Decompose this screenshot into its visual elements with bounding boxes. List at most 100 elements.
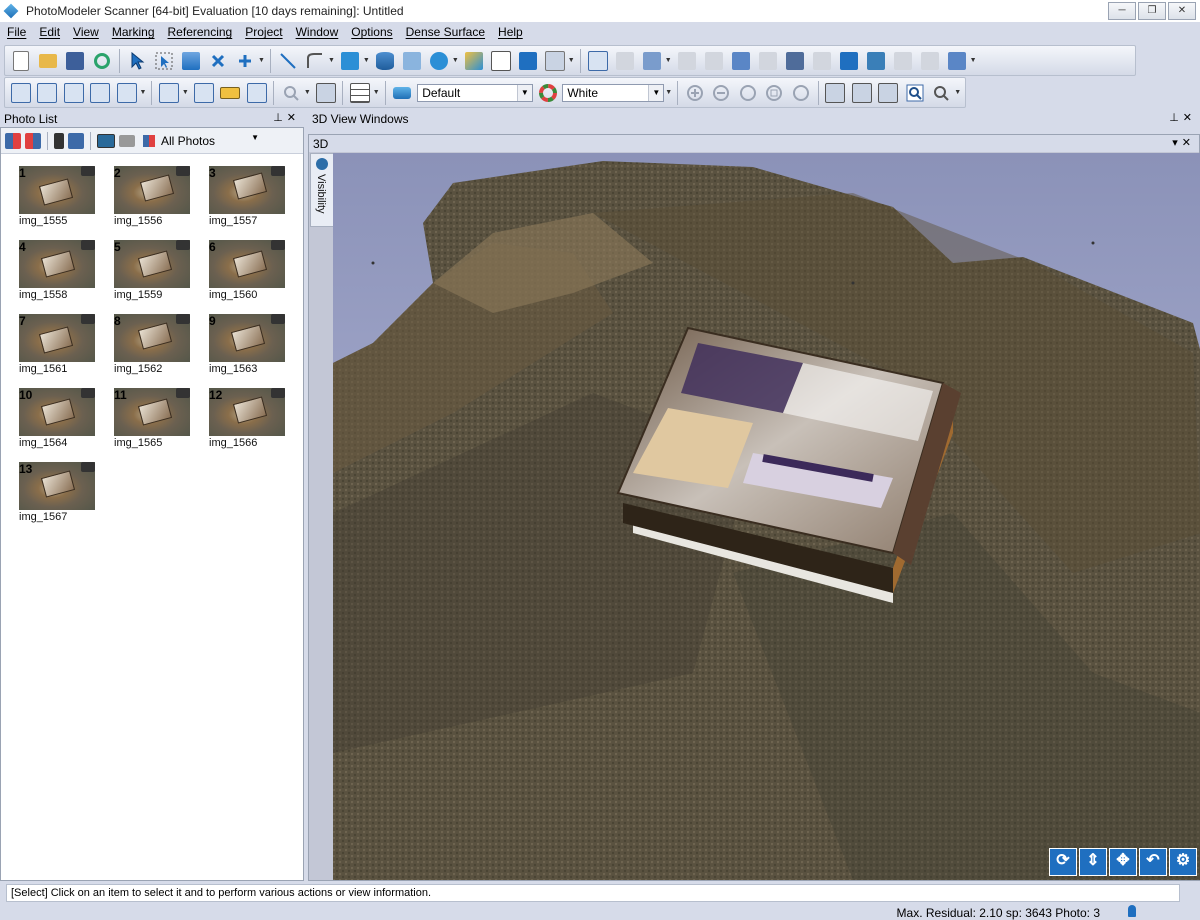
list-view-icon[interactable] [119,134,135,147]
save-button[interactable] [63,49,87,73]
process-button[interactable] [516,49,540,73]
select-button[interactable] [125,49,149,73]
open-photo-button[interactable] [586,49,610,73]
menu-view[interactable]: View [66,22,105,39]
scale-button[interactable] [218,81,242,105]
fit-selection-button[interactable] [850,81,874,105]
photo-thumbnail[interactable]: 6 img_1560 [209,240,285,304]
chevron-down-icon[interactable]: ▼ [304,89,311,96]
view3d-tab-label[interactable]: 3D [313,137,328,151]
close-icon[interactable]: ✕ [1183,112,1196,124]
zoom-previous-button[interactable] [789,81,813,105]
move-vertical-icon[interactable]: ⇕ [1079,848,1107,876]
photo-thumbnail[interactable]: 9 img_1563 [209,314,285,378]
reset-view-icon[interactable]: ↶ [1139,848,1167,876]
sort-reverse-icon[interactable] [25,132,41,149]
chevron-down-icon[interactable]: ▼ [182,89,189,96]
photo-thumbnail[interactable]: 2 img_1556 [114,166,190,230]
style-dropdown[interactable]: Default ▼ [417,83,533,102]
photo-thumbnail[interactable]: 4 img_1558 [19,240,95,304]
chevron-down-icon[interactable]: ▼ [373,89,380,96]
quality-button[interactable] [543,49,567,73]
menu-options[interactable]: Options [344,22,398,39]
chevron-down-icon[interactable]: ▼ [648,84,664,101]
line-tool-button[interactable] [276,49,300,73]
photo-thumbnail[interactable]: 8 img_1562 [114,314,190,378]
grid-view-button[interactable] [348,81,372,105]
pin-icon[interactable]: ⊥ [1169,112,1183,124]
photo-table-button[interactable] [9,81,33,105]
chevron-down-icon[interactable]: ▼ [363,57,370,64]
background-color-dropdown[interactable]: White ▼ [562,83,665,102]
menu-marking[interactable]: Marking [105,22,161,39]
maximize-button[interactable]: ❐ [1138,2,1166,20]
close-icon[interactable]: ✕ [1182,137,1195,149]
chevron-down-icon[interactable]: ▼ [954,89,961,96]
visibility-tab[interactable]: Visibility [310,153,334,227]
chevron-down-icon[interactable]: ▼ [516,84,532,101]
menu-edit[interactable]: Edit [32,22,66,39]
disabled-tool-button[interactable] [891,49,915,73]
disabled-tool-button[interactable] [810,49,834,73]
thumbnail-view-icon[interactable] [97,133,115,148]
undo-button[interactable] [90,49,114,73]
rotate-icon[interactable]: ⟳ [1049,848,1077,876]
center-view-button[interactable] [314,81,338,105]
menu-file[interactable]: File [0,22,32,39]
select-region-button[interactable] [152,49,176,73]
zoom-in-button[interactable] [683,81,707,105]
disabled-tool-button[interactable] [918,49,942,73]
menu-referencing[interactable]: Referencing [161,22,239,39]
table-button[interactable] [192,81,216,105]
warning-button[interactable] [245,81,269,105]
filmstrip-icon[interactable] [54,132,64,149]
link-tool-button[interactable] [427,49,451,73]
photo-settings-icon[interactable] [68,132,84,149]
photo-search-button[interactable] [36,81,60,105]
photo-options-button[interactable] [115,81,139,105]
close-button[interactable]: ✕ [1168,2,1196,20]
photo-thumbnail[interactable]: 1 img_1555 [19,166,95,230]
database-button[interactable] [373,49,397,73]
mark-points-button[interactable] [179,49,203,73]
close-icon[interactable]: ✕ [287,112,300,124]
export-button[interactable] [864,49,888,73]
edge-tool-button[interactable] [400,49,424,73]
chevron-down-icon[interactable]: ▼ [140,89,147,96]
disabled-tool-button[interactable] [756,49,780,73]
zoom-search-button[interactable] [279,81,303,105]
delete-button[interactable] [206,49,230,73]
surface-tool-button[interactable] [338,49,362,73]
photo-thumbnail[interactable]: 11 img_1565 [114,388,190,452]
photo-thumbnail[interactable]: 3 img_1557 [209,166,285,230]
chevron-down-icon[interactable]: ▼ [258,57,265,64]
photo-check-button[interactable] [89,81,113,105]
zoom-photo-button[interactable] [930,81,954,105]
view-options-button[interactable] [640,49,664,73]
point-tool-button[interactable] [233,49,257,73]
zoom-fit-button[interactable] [736,81,760,105]
menu-help[interactable]: Help [491,22,529,39]
pan-icon[interactable]: ✥ [1109,848,1137,876]
view-settings-gear-icon[interactable]: ⚙ [1169,848,1197,876]
chevron-down-icon[interactable]: ▼ [665,57,672,64]
chevron-down-icon[interactable]: ▼ [970,57,977,64]
photo-thumbnail[interactable]: 13 img_1567 [19,462,95,526]
find-button[interactable] [903,81,927,105]
new-project-button[interactable] [9,49,33,73]
disabled-tool-button[interactable] [675,49,699,73]
disabled-tool-button[interactable] [702,49,726,73]
photo-thumbnail[interactable]: 12 img_1566 [209,388,285,452]
menu-window[interactable]: Window [289,22,345,39]
chevron-down-icon[interactable]: ▼ [328,57,335,64]
zoom-out-button[interactable] [710,81,734,105]
layout-button[interactable] [157,81,181,105]
menu-dense-surface[interactable]: Dense Surface [399,22,491,39]
photo-thumbnail[interactable]: 5 img_1559 [114,240,190,304]
properties-button[interactable] [489,49,513,73]
menu-project[interactable]: Project [238,22,288,39]
chevron-down-icon[interactable]: ▾ [1172,137,1182,149]
curve-tool-button[interactable] [303,49,327,73]
edit-button[interactable] [462,49,486,73]
photo-filter-dropdown[interactable]: All Photos ▼ [143,132,261,150]
